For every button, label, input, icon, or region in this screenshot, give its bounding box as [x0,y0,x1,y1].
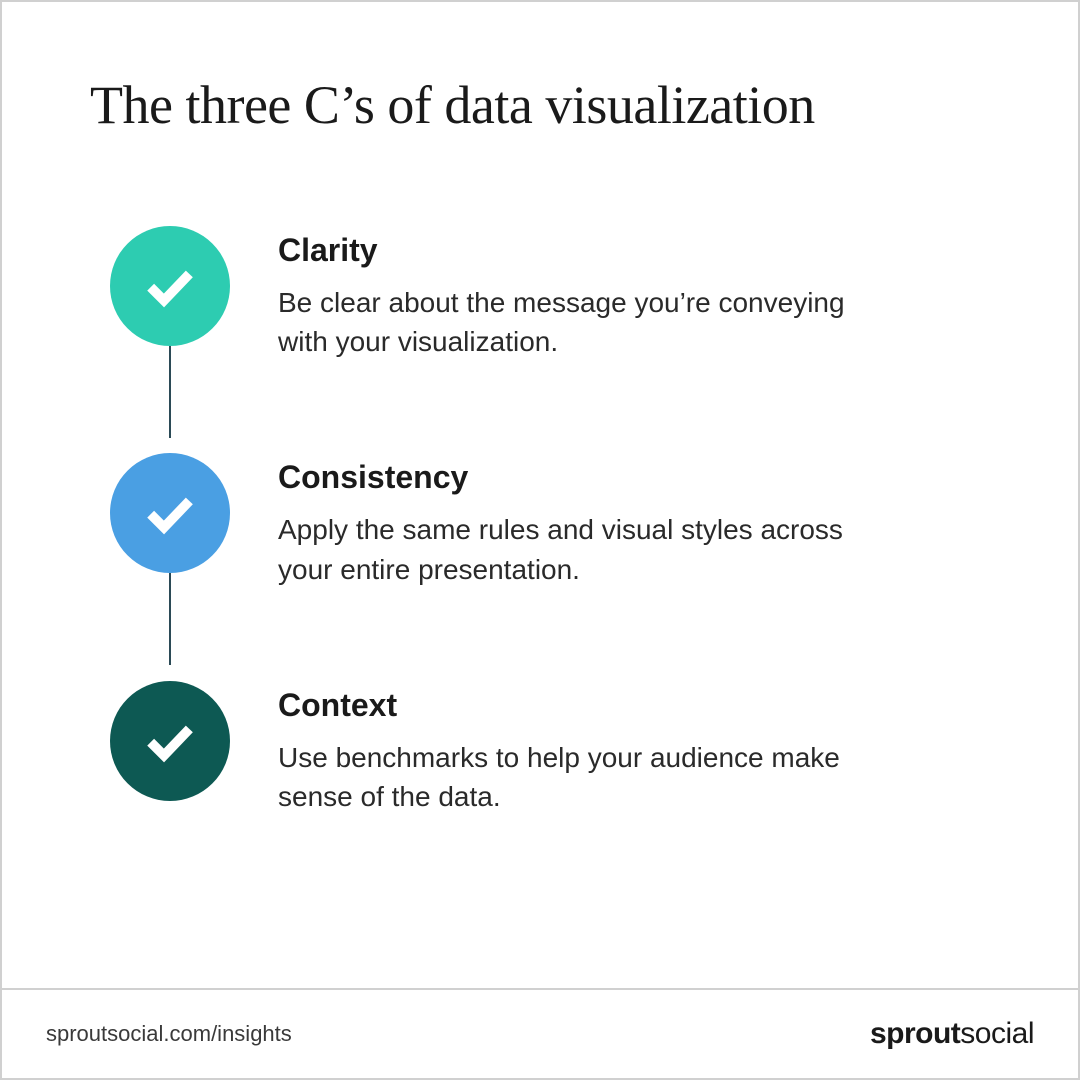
footer-url: sproutsocial.com/insights [46,1021,292,1047]
footer: sproutsocial.com/insights sproutsocial [2,988,1078,1078]
item-description: Be clear about the message you’re convey… [278,283,898,361]
item-title: Clarity [278,232,990,269]
content-area: The three C’s of data visualization Clar… [2,2,1078,988]
infographic-card: The three C’s of data visualization Clar… [0,0,1080,1080]
connector-line [169,573,171,665]
brand-light: social [960,1017,1034,1050]
items-list: Clarity Be clear about the message you’r… [90,226,990,816]
brand-bold: sprout [870,1017,960,1050]
icon-column [110,453,230,573]
item-title: Context [278,687,990,724]
text-column: Consistency Apply the same rules and vis… [278,453,990,588]
icon-column [110,226,230,346]
checkmark-icon [141,484,199,542]
text-column: Context Use benchmarks to help your audi… [278,681,990,816]
item-description: Use benchmarks to help your audience mak… [278,738,898,816]
check-circle-icon [110,681,230,801]
page-title: The three C’s of data visualization [90,74,990,136]
list-item: Clarity Be clear about the message you’r… [110,226,990,361]
checkmark-icon [141,712,199,770]
check-circle-icon [110,226,230,346]
icon-column [110,681,230,801]
checkmark-icon [141,257,199,315]
text-column: Clarity Be clear about the message you’r… [278,226,990,361]
list-item: Consistency Apply the same rules and vis… [110,453,990,588]
item-title: Consistency [278,459,990,496]
check-circle-icon [110,453,230,573]
brand-logo: sproutsocial [870,1017,1034,1051]
connector-line [169,346,171,438]
list-item: Context Use benchmarks to help your audi… [110,681,990,816]
item-description: Apply the same rules and visual styles a… [278,510,898,588]
